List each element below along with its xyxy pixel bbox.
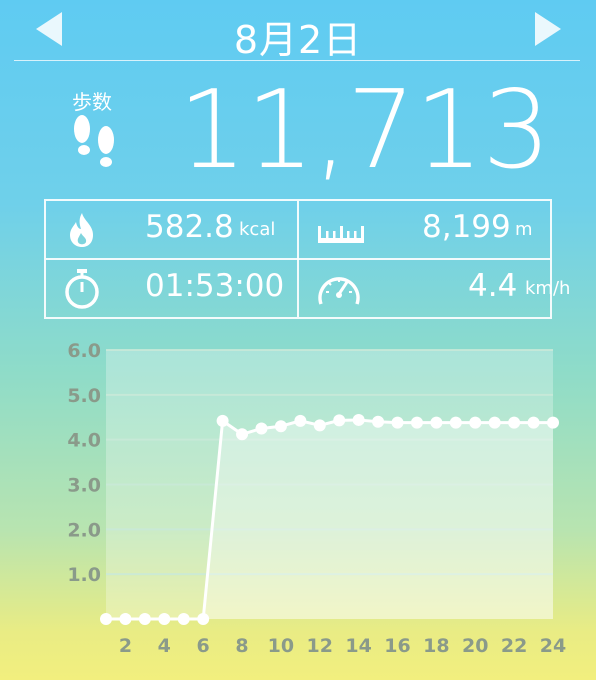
speed-unit: km/h <box>525 278 571 299</box>
x-tick-label: 6 <box>197 635 210 657</box>
chart-data-point <box>216 414 229 427</box>
time-stat: 01:53:00 <box>46 260 297 317</box>
chart-data-point <box>158 613 171 625</box>
x-tick-label: 2 <box>119 635 132 657</box>
chart-data-point <box>547 416 559 429</box>
y-tick-label: 5.0 <box>67 385 101 407</box>
calories-stat: 582.8 kcal <box>46 201 297 258</box>
x-tick-label: 16 <box>384 635 410 657</box>
chart-data-point <box>333 414 346 427</box>
chart-data-point <box>236 428 249 441</box>
chart-data-point <box>410 416 423 429</box>
steps-label: 歩数 <box>72 90 112 114</box>
chart-data-point <box>430 416 443 429</box>
y-tick-label: 6.0 <box>67 340 101 362</box>
step-count: 11,713 <box>178 68 551 193</box>
chart-data-point <box>508 416 521 429</box>
chart-data-point <box>177 613 190 625</box>
x-tick-label: 14 <box>345 635 371 657</box>
next-day-arrow-icon[interactable] <box>535 12 561 46</box>
footprints-icon <box>74 115 114 167</box>
x-tick-label: 24 <box>540 635 566 657</box>
distance-stat: 8,199 m <box>299 201 550 258</box>
chart-data-point <box>294 414 307 427</box>
ruler-icon <box>318 226 364 243</box>
chart-data-point <box>119 613 132 625</box>
stats-panel: 582.8 kcal 8,199 m 01:53:00 4.4 km/h <box>44 199 570 319</box>
header-divider <box>14 60 580 61</box>
distance-unit: m <box>515 219 533 240</box>
chart-data-point <box>313 419 326 432</box>
chart-data-point <box>100 613 112 625</box>
chart-data-point <box>274 420 287 433</box>
chart-data-point <box>391 416 404 429</box>
x-tick-label: 8 <box>235 635 248 657</box>
x-tick-label: 10 <box>268 635 294 657</box>
speed-stat: 4.4 km/h <box>299 260 570 317</box>
flame-icon <box>70 213 93 247</box>
distance-value: 8,199 <box>422 209 511 245</box>
y-tick-label: 4.0 <box>67 430 101 452</box>
x-tick-label: 4 <box>158 635 171 657</box>
chart-data-point <box>352 413 365 426</box>
time-value: 01:53:00 <box>145 268 285 304</box>
chart-data-point <box>197 613 210 625</box>
x-tick-label: 12 <box>307 635 333 657</box>
chart-data-point <box>469 416 482 429</box>
chart-data-point <box>449 416 462 429</box>
chart-data-point <box>255 422 268 435</box>
y-tick-label: 1.0 <box>67 564 101 586</box>
y-tick-label: 2.0 <box>67 519 101 541</box>
chart-data-point <box>138 613 151 625</box>
speedometer-icon <box>318 277 360 305</box>
calories-unit: kcal <box>239 219 276 240</box>
x-tick-label: 22 <box>501 635 527 657</box>
chart-data-point <box>372 415 385 428</box>
y-tick-label: 3.0 <box>67 475 101 497</box>
x-tick-label: 20 <box>462 635 488 657</box>
chart-data-point <box>488 416 501 429</box>
x-tick-label: 18 <box>423 635 449 657</box>
date-header: 8月2日 <box>0 0 596 62</box>
hourly-speed-chart: 1.02.03.04.05.06.02 4 6 8 10 12 14 16 18 20 22 24 <box>67 340 566 657</box>
speed-value: 4.4 <box>468 268 518 304</box>
chart-data-point <box>527 416 540 429</box>
stopwatch-icon <box>65 269 99 309</box>
date-title: 8月2日 <box>233 18 363 62</box>
